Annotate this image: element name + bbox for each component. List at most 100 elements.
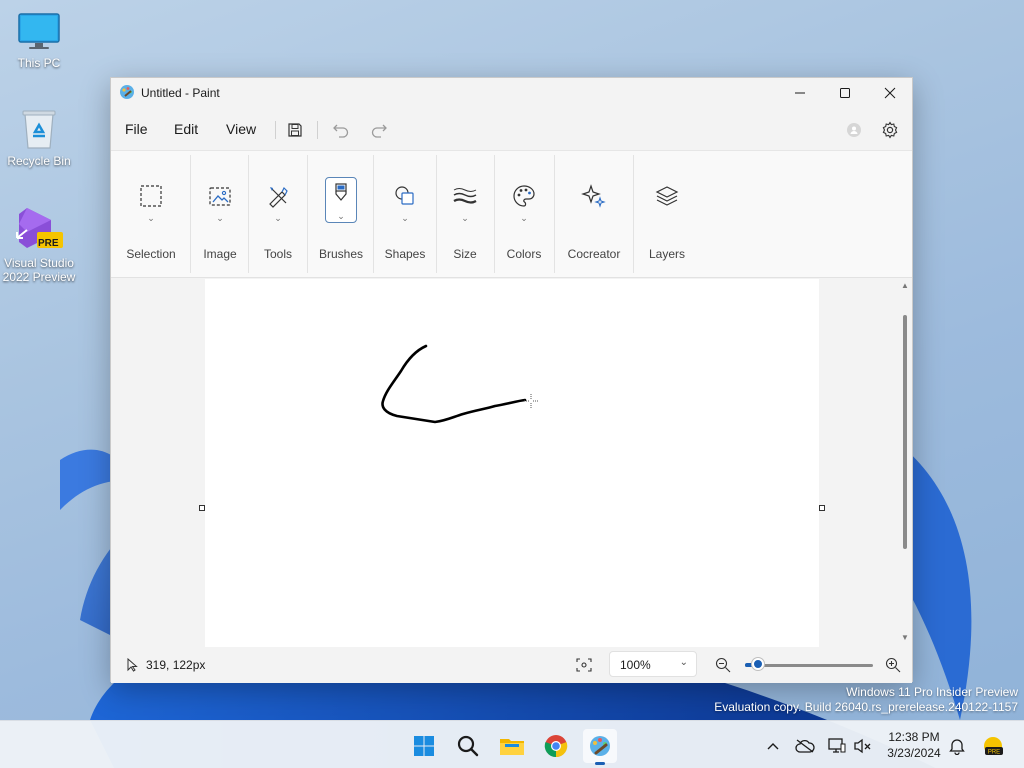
pointer-icon	[127, 658, 138, 672]
chevron-down-icon: ⌄	[274, 213, 282, 223]
taskbar-file-explorer[interactable]	[495, 729, 529, 763]
taskbar-search-button[interactable]	[451, 729, 485, 763]
desktop-icon-label-line1: Visual Studio	[4, 256, 74, 270]
redo-button[interactable]	[367, 118, 391, 142]
ribbon-group-size[interactable]: ⌄ Size	[437, 151, 493, 279]
maximize-button[interactable]	[822, 78, 868, 107]
search-icon	[457, 735, 479, 757]
canvas-resize-handle-left[interactable]	[199, 505, 205, 511]
title-bar[interactable]: Untitled - Paint	[111, 78, 912, 107]
cursor-position: 319, 122px	[146, 658, 206, 672]
chevron-down-icon: ⌄	[401, 213, 409, 223]
tray-volume[interactable]	[852, 735, 874, 757]
maximize-icon	[840, 87, 850, 98]
ribbon-label: Tools	[263, 247, 292, 261]
file-explorer-icon	[500, 739, 524, 755]
zoom-value: 100%	[620, 658, 651, 672]
layers-icon	[655, 186, 679, 206]
ribbon-group-image[interactable]: ⌄ Image	[191, 151, 249, 279]
zoom-slider-track[interactable]	[745, 664, 873, 667]
windows-start-icon	[414, 736, 434, 756]
status-bar: 319, 122px 100% ⌄	[111, 647, 912, 683]
palette-icon	[513, 185, 535, 207]
ribbon-label: Selection	[126, 247, 176, 261]
menu-view[interactable]: View	[226, 121, 256, 137]
minimize-button[interactable]	[777, 78, 823, 107]
drawing-canvas[interactable]	[205, 279, 819, 647]
menu-divider	[317, 121, 318, 139]
ribbon-group-selection[interactable]: ⌄ Selection	[111, 151, 191, 279]
redo-icon	[371, 124, 387, 138]
visual-studio-badge: PRE	[38, 238, 59, 249]
ribbon-label: Size	[453, 247, 477, 261]
ribbon-group-brushes[interactable]: ⌄ Brushes	[308, 151, 374, 279]
brush-icon	[335, 183, 347, 201]
vertical-scrollbar[interactable]: ▲ ▼	[898, 279, 912, 647]
ribbon-label: Cocreator	[567, 247, 621, 261]
clock-time: 12:38 PM	[888, 730, 940, 744]
menu-file[interactable]: File	[125, 121, 148, 137]
menu-divider	[275, 121, 276, 139]
svg-text:PRE: PRE	[988, 750, 1000, 756]
close-button[interactable]	[867, 78, 913, 107]
ribbon-group-cocreator[interactable]: Cocreator	[555, 151, 633, 279]
canvas-workspace: ▲ ▼	[111, 279, 912, 647]
desktop-icon-label: This PC	[17, 56, 61, 70]
menu-bar: File Edit View	[111, 112, 912, 146]
ribbon-group-shapes[interactable]: ⌄ Shapes	[374, 151, 436, 279]
monitor-icon	[18, 13, 60, 49]
save-icon	[288, 123, 302, 137]
menu-edit[interactable]: Edit	[174, 121, 198, 137]
notification-bell-icon	[949, 739, 965, 755]
scroll-down-icon[interactable]: ▼	[901, 633, 909, 642]
system-clock[interactable]: 12:38 PM 3/23/2024	[880, 729, 948, 761]
desktop-icon-label: Recycle Bin	[7, 154, 71, 168]
taskbar-paint[interactable]	[583, 729, 617, 765]
ribbon-group-colors[interactable]: ⌄ Colors	[495, 151, 553, 279]
start-button[interactable]	[407, 729, 441, 763]
recycle-bin-icon	[22, 110, 56, 149]
paint-window: Untitled - Paint File Edit View ⌄ Select…	[110, 77, 913, 683]
chevron-down-icon: ⌄	[520, 213, 528, 223]
ribbon-group-tools[interactable]: ⌄ Tools	[249, 151, 307, 279]
windows-watermark: Windows 11 Pro Insider Preview Evaluatio…	[714, 685, 1018, 715]
tray-display[interactable]	[826, 735, 848, 757]
zoom-in-icon[interactable]	[885, 657, 901, 673]
paint-icon	[590, 736, 610, 756]
taskbar-chrome[interactable]	[539, 729, 573, 763]
account-button[interactable]	[842, 118, 866, 142]
taskbar: 12:38 PM 3/23/2024 PRE	[0, 720, 1024, 768]
tray-insider-badge[interactable]: PRE	[980, 735, 1006, 757]
window-title: Untitled - Paint	[141, 86, 220, 100]
undo-button[interactable]	[329, 118, 353, 142]
account-icon	[847, 123, 861, 137]
fit-to-window-icon[interactable]	[576, 658, 592, 672]
tray-overflow[interactable]	[762, 735, 784, 757]
chrome-icon	[544, 735, 568, 758]
tray-onedrive[interactable]	[794, 735, 816, 757]
scroll-up-icon[interactable]: ▲	[901, 281, 909, 290]
chevron-down-icon: ⌄	[337, 211, 345, 221]
clock-date: 3/23/2024	[887, 746, 941, 760]
chevron-down-icon: ⌄	[216, 213, 224, 223]
zoom-slider-thumb[interactable]	[751, 658, 764, 670]
desktop-icon-visual-studio[interactable]: PRE Visual Studio 2022 Preview	[0, 204, 78, 284]
ribbon-group-layers[interactable]: Layers	[634, 151, 700, 279]
scrollbar-thumb[interactable]	[903, 315, 907, 549]
desktop-icon-this-pc[interactable]: This PC	[0, 12, 78, 70]
watermark-line1: Windows 11 Pro Insider Preview	[846, 685, 1018, 699]
ribbon-label: Brushes	[318, 247, 364, 261]
zoom-dropdown[interactable]: 100% ⌄	[609, 651, 697, 677]
settings-button[interactable]	[878, 118, 902, 142]
volume-muted-icon	[854, 738, 871, 754]
zoom-out-icon[interactable]	[715, 657, 731, 673]
desktop-icon-recycle-bin[interactable]: Recycle Bin	[0, 108, 78, 168]
paint-app-icon	[120, 85, 134, 99]
tray-notification[interactable]	[946, 735, 968, 757]
ribbon-label: Shapes	[384, 247, 426, 261]
save-button[interactable]	[283, 118, 307, 142]
tools-icon	[269, 186, 288, 208]
active-app-indicator	[595, 762, 605, 765]
undo-icon	[333, 124, 349, 138]
canvas-resize-handle-right[interactable]	[819, 505, 825, 511]
